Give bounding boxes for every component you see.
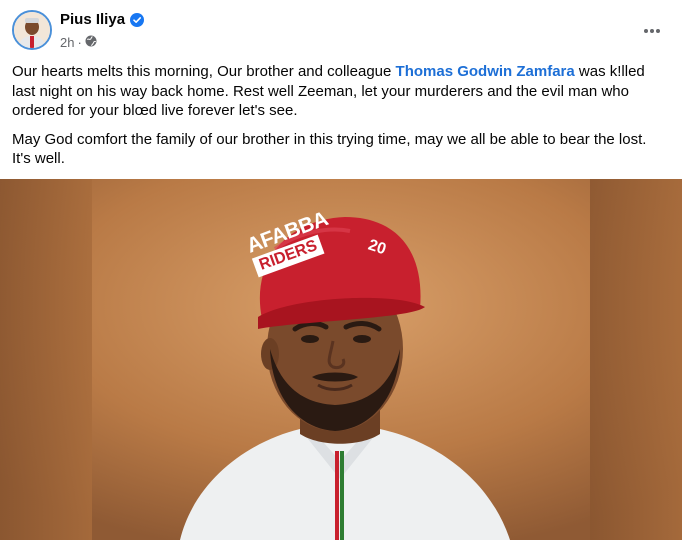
portrait-illustration	[0, 179, 682, 540]
post-photo[interactable]: AFABBA RIDERS 20	[0, 179, 682, 540]
post-paragraph-2: May God comfort the family of our brothe…	[12, 130, 647, 168]
author-avatar[interactable]	[12, 10, 52, 50]
post-body: Our hearts melts this morning, Our broth…	[12, 62, 668, 178]
facebook-post: Pius Iliya 2h · Our hearts melts this mo…	[0, 0, 682, 540]
more-horizontal-icon	[643, 21, 661, 39]
profile-photo	[14, 12, 50, 48]
more-options-button[interactable]	[636, 16, 668, 44]
post-paragraph-1: Our hearts melts this morning, Our broth…	[12, 62, 668, 121]
mention-link[interactable]: Thomas Godwin Zamfara	[396, 63, 575, 80]
globe-icon[interactable]	[85, 35, 97, 50]
post-meta: 2h ·	[60, 35, 97, 50]
author-name[interactable]: Pius Iliya	[60, 11, 125, 28]
author-row: Pius Iliya	[60, 11, 145, 28]
post-header: Pius Iliya 2h ·	[0, 0, 682, 60]
verified-badge-icon	[130, 12, 145, 27]
paragraph-1-start: Our hearts melts this morning, Our broth…	[12, 63, 396, 80]
post-timestamp[interactable]: 2h	[60, 35, 74, 50]
meta-separator: ·	[77, 35, 82, 50]
